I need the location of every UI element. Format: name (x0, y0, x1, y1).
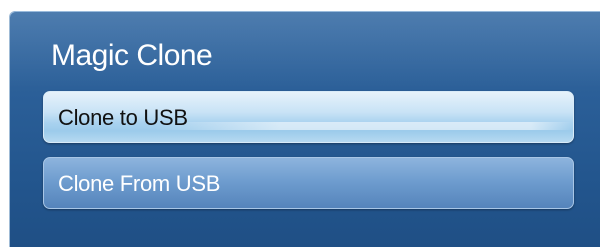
menu-item-label: Clone From USB (58, 171, 221, 196)
magic-clone-menu: Magic Clone Clone to USB Clone From USB (10, 11, 600, 247)
menu-item-clone-from-usb[interactable]: Clone From USB (43, 157, 574, 209)
menu-item-clone-to-usb[interactable]: Clone to USB (43, 91, 574, 143)
menu-item-label: Clone to USB (58, 105, 188, 130)
menu-title: Magic Clone (51, 39, 213, 72)
